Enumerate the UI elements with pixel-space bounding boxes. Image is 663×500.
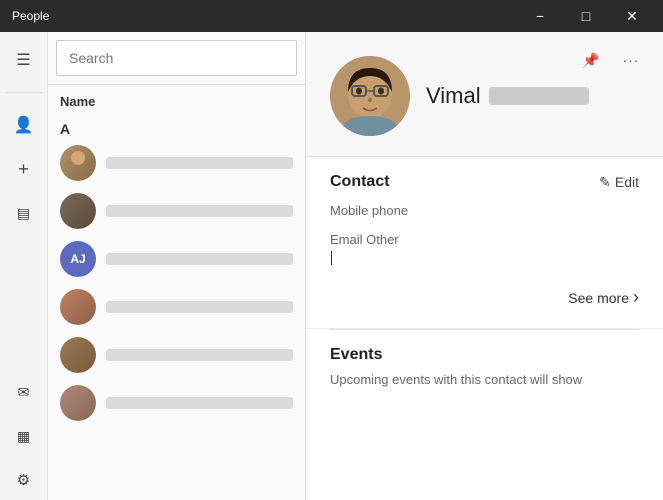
calendar-button[interactable]: ▦ [4,416,44,456]
app-title: People [12,9,49,23]
contact-name-blur [106,253,293,265]
window-controls: − □ ✕ [517,0,655,32]
avatar [60,289,96,325]
name-column-header: Name [60,94,95,109]
edit-button[interactable]: ✎ Edit [599,174,639,191]
contact-list-panel: Name A [48,32,306,500]
settings-icon: ⚙ [17,471,30,489]
pin-button[interactable]: 📌 [575,44,607,76]
divider [5,92,43,93]
filter-icon: ▤ [17,205,30,222]
detail-panel: Vimal 📌 ··· Contact [306,32,663,500]
avatar [60,337,96,373]
list-item[interactable] [48,283,305,331]
title-bar: People − □ ✕ [0,0,663,32]
hamburger-menu-button[interactable]: ☰ [4,40,44,80]
contact-name-blur [106,349,293,361]
events-section-title: Events [330,346,639,364]
avatar-image [330,56,410,136]
email-other-label: Email Other [330,232,639,247]
contact-last-name-blur [489,87,589,105]
avatar [60,193,96,229]
see-more-row: See more › [330,279,639,312]
list-item[interactable] [48,187,305,235]
search-bar [48,32,305,85]
avatar [60,385,96,421]
more-icon: ··· [623,52,640,68]
avatar: AJ [60,241,96,277]
email-other-value [330,249,639,265]
person-icon-button[interactable]: 👤 [4,105,44,145]
mail-button[interactable]: ✉ [4,372,44,412]
maximize-button[interactable]: □ [563,0,609,32]
see-more-label: See more [568,290,629,306]
settings-button[interactable]: ⚙ [4,460,44,500]
contact-name-blur [106,301,293,313]
search-input[interactable] [56,40,297,76]
list-item[interactable] [48,331,305,379]
contact-section-title: Contact [330,173,390,191]
alpha-group-a: A [48,115,305,427]
list-item[interactable]: AJ [48,235,305,283]
add-icon: + [18,159,29,180]
contact-name-blur [106,205,293,217]
contact-header: Vimal 📌 ··· [306,32,663,157]
person-icon: 👤 [14,115,34,135]
text-cursor [331,251,332,265]
sidebar-icons: ☰ 👤 + ▤ ✉ ▦ ⚙ [0,32,48,500]
email-other-field: Email Other [330,232,639,265]
contact-section: Contact ✎ Edit Mobile phone Email Other [306,157,663,329]
list-item[interactable] [48,139,305,187]
contact-name-blur [106,397,293,409]
close-button[interactable]: ✕ [609,0,655,32]
minimize-button[interactable]: − [517,0,563,32]
hamburger-icon: ☰ [16,50,30,70]
contact-name-blur [106,157,293,169]
contact-header-info: Vimal [426,83,589,109]
contact-list-header: Name [48,85,305,115]
add-contact-button[interactable]: + [4,149,44,189]
events-section: Events Upcoming events with this contact… [306,330,663,403]
alpha-label: A [48,115,305,139]
see-more-button[interactable]: See more › [568,287,639,308]
edit-label: Edit [615,174,639,190]
list-item[interactable] [48,379,305,427]
filter-button[interactable]: ▤ [4,193,44,233]
calendar-icon: ▦ [17,428,30,445]
avatar [60,145,96,181]
more-options-button[interactable]: ··· [615,44,647,76]
events-description: Upcoming events with this contact will s… [330,372,639,387]
contact-full-name: Vimal [426,83,589,109]
mail-icon: ✉ [18,384,30,401]
avatar [330,56,410,136]
contact-section-header: Contact ✎ Edit [330,173,639,191]
mobile-phone-field: Mobile phone [330,203,639,218]
edit-pencil-icon: ✎ [599,174,611,191]
mobile-phone-label: Mobile phone [330,203,639,218]
contact-list: A [48,115,305,500]
contact-first-name: Vimal [426,83,481,109]
chevron-right-icon: › [633,287,639,308]
pin-icon: 📌 [582,52,599,69]
detail-header-actions: 📌 ··· [575,44,647,76]
